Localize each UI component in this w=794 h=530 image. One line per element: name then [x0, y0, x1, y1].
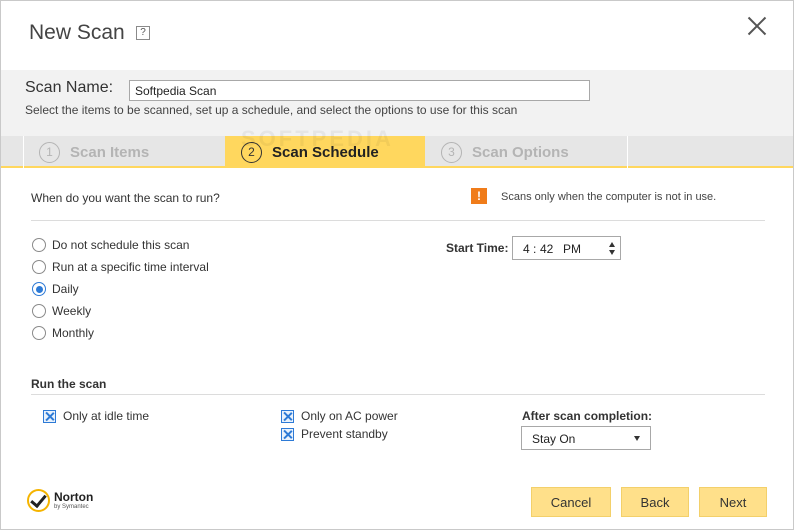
idle-notice: Scans only when the computer is not in u…: [501, 191, 717, 203]
logo-name: Norton: [54, 490, 94, 504]
time-hour[interactable]: 4: [523, 242, 530, 256]
logo-sub: by Symantec: [54, 504, 89, 510]
check-ac-power[interactable]: Only on AC power: [281, 409, 398, 423]
tab-label: Scan Options: [472, 143, 569, 161]
time-ampm[interactable]: PM: [563, 242, 581, 256]
dialog-subtitle: Select the items to be scanned, set up a…: [25, 103, 518, 117]
check-prevent-standby[interactable]: Prevent standby: [281, 427, 388, 441]
checkbox[interactable]: [43, 409, 56, 423]
checkbox-label: Prevent standby: [301, 427, 388, 441]
close-icon[interactable]: [746, 15, 768, 37]
radio-button[interactable]: [32, 326, 46, 340]
tab-number: 3: [441, 141, 462, 163]
radio-daily[interactable]: Daily: [32, 282, 79, 296]
radio-monthly[interactable]: Monthly: [32, 326, 94, 340]
help-icon[interactable]: ?: [136, 26, 150, 40]
divider: [31, 394, 765, 395]
radio-label: Do not schedule this scan: [52, 238, 190, 252]
tab-label: Scan Items: [70, 143, 150, 161]
radio-label: Daily: [52, 282, 79, 296]
divider: [31, 220, 765, 221]
radio-label: Monthly: [52, 326, 95, 340]
checkbox[interactable]: [281, 409, 294, 423]
dialog-title: New Scan: [29, 21, 125, 44]
tab-bar: 1 Scan Items 2 Scan Schedule 3 Scan Opti…: [1, 136, 793, 168]
after-completion-label: After scan completion:: [522, 409, 653, 423]
checkbox-label: Only at idle time: [63, 409, 150, 423]
tab-scan-options[interactable]: 3 Scan Options: [425, 136, 627, 168]
radio-button[interactable]: [32, 304, 46, 318]
radio-no-schedule[interactable]: Do not schedule this scan: [32, 238, 189, 252]
radio-weekly[interactable]: Weekly: [32, 304, 91, 318]
warning-icon: !: [471, 188, 487, 204]
back-button[interactable]: Back: [621, 487, 689, 517]
chevron-down-icon: [634, 436, 640, 441]
select-value: Stay On: [532, 432, 576, 446]
radio-time-interval[interactable]: Run at a specific time interval: [32, 260, 209, 274]
start-time-label: Start Time:: [446, 241, 509, 255]
radio-button[interactable]: [32, 282, 46, 296]
tab-scan-items[interactable]: 1 Scan Items: [23, 136, 225, 168]
tab-divider: [23, 136, 24, 168]
next-button[interactable]: Next: [699, 487, 767, 517]
time-separator: :: [533, 242, 537, 256]
new-scan-dialog: New Scan ? Scan Name: Select the items t…: [0, 0, 794, 530]
checkbox-label: Only on AC power: [301, 409, 398, 423]
run-the-scan-title: Run the scan: [31, 377, 107, 391]
start-time-spinner[interactable]: 4 : 42 PM: [512, 236, 621, 260]
after-completion-select[interactable]: Stay On: [521, 426, 651, 450]
cancel-button[interactable]: Cancel: [531, 487, 611, 517]
watermark: SOFTPEDIA: [241, 126, 394, 151]
tab-number: 1: [39, 141, 60, 163]
norton-logo: Norton by Symantec: [27, 488, 107, 520]
radio-button[interactable]: [32, 238, 46, 252]
time-minute[interactable]: 42: [540, 242, 553, 256]
norton-check-icon: [27, 489, 50, 512]
spin-down-icon[interactable]: [609, 250, 615, 255]
checkbox[interactable]: [281, 427, 294, 441]
schedule-question: When do you want the scan to run?: [31, 191, 220, 205]
check-idle-time[interactable]: Only at idle time: [43, 409, 149, 423]
radio-button[interactable]: [32, 260, 46, 274]
radio-label: Weekly: [52, 304, 92, 318]
scan-name-input[interactable]: [129, 80, 590, 101]
scan-name-label: Scan Name:: [25, 79, 114, 96]
radio-label: Run at a specific time interval: [52, 260, 209, 274]
spin-up-icon[interactable]: [609, 242, 615, 247]
tab-divider: [627, 136, 628, 168]
